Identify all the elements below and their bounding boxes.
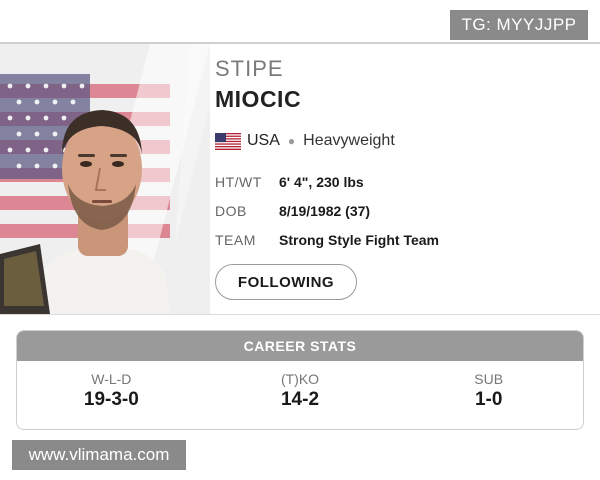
career-stat-tko: (T)KO 14-2 — [206, 361, 395, 429]
stat-row-height-weight: HT/WT 6' 4", 230 lbs — [215, 172, 364, 192]
fighter-meta: USA ● Heavyweight — [215, 130, 395, 152]
career-stat-value: 14-2 — [280, 389, 320, 410]
stat-row-dob: DOB 8/19/1982 (37) — [215, 201, 370, 221]
stat-label: TEAM — [215, 232, 256, 248]
fighter-division: Heavyweight — [303, 132, 395, 149]
career-stat-sub: SUB 1-0 — [394, 361, 583, 429]
stat-label: DOB — [215, 203, 247, 219]
stat-value: 8/19/1982 (37) — [279, 203, 371, 219]
career-stat-value: 19-3-0 — [83, 389, 139, 410]
career-stats-grid: W-L-D 19-3-0 (T)KO 14-2 SUB 1-0 — [17, 361, 583, 429]
fighter-portrait — [0, 44, 210, 314]
fighter-portrait-illustration — [0, 44, 210, 314]
career-stats-title: CAREER STATS — [17, 331, 583, 361]
fighter-country: USA — [247, 132, 280, 149]
fighter-first-name: STIPE — [215, 56, 284, 81]
fighter-last-name: MIOCIC — [215, 86, 302, 112]
watermark-url: www.vlimama.com — [12, 440, 186, 470]
us-flag-icon — [215, 132, 241, 150]
separator-dot: ● — [287, 134, 296, 148]
following-button[interactable]: FOLLOWING — [215, 264, 357, 300]
career-stats-card: CAREER STATS W-L-D 19-3-0 (T)KO 14-2 SUB… — [16, 330, 584, 430]
fighter-hero: STIPE MIOCIC USA ● Heavyweight HT/WT 6' … — [0, 44, 600, 314]
career-stat-value: 1-0 — [474, 389, 503, 410]
stat-value: 6' 4", 230 lbs — [279, 174, 364, 190]
career-stat-record: W-L-D 19-3-0 — [17, 361, 206, 429]
section-divider — [0, 314, 600, 315]
watermark-badge: TG: MYYJJPP — [450, 10, 588, 40]
stat-label: HT/WT — [215, 174, 262, 190]
career-stat-label: (T)KO — [280, 371, 320, 387]
fighter-info: STIPE MIOCIC USA ● Heavyweight HT/WT 6' … — [215, 44, 595, 314]
stat-row-team: TEAM Strong Style Fight Team — [215, 230, 439, 250]
career-stat-label: W-L-D — [91, 371, 132, 387]
stat-value: Strong Style Fight Team — [279, 232, 439, 248]
career-stat-label: SUB — [474, 371, 504, 387]
